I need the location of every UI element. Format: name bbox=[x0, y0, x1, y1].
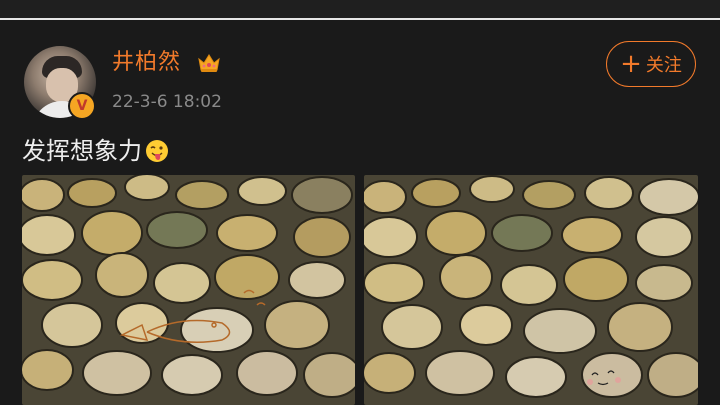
post-image-2[interactable] bbox=[364, 175, 698, 405]
verified-badge-icon: V bbox=[68, 92, 96, 120]
top-bar bbox=[0, 0, 720, 18]
crown-icon bbox=[198, 54, 220, 72]
plus-icon: + bbox=[620, 49, 642, 79]
post-text: 发挥想象力 bbox=[22, 134, 170, 168]
post-text-content: 发挥想象力 bbox=[22, 137, 142, 165]
weibo-post: V 井柏然 22-3-6 18:02 + 关注 发挥想象力 bbox=[0, 20, 720, 405]
post-timestamp: 22-3-6 18:02 bbox=[112, 92, 222, 112]
follow-label: 关注 bbox=[645, 55, 682, 76]
tongue-out-emoji-icon bbox=[146, 140, 168, 162]
follow-button[interactable]: + 关注 bbox=[606, 41, 696, 87]
post-image-1[interactable] bbox=[22, 175, 355, 405]
username[interactable]: 井柏然 bbox=[112, 48, 181, 78]
